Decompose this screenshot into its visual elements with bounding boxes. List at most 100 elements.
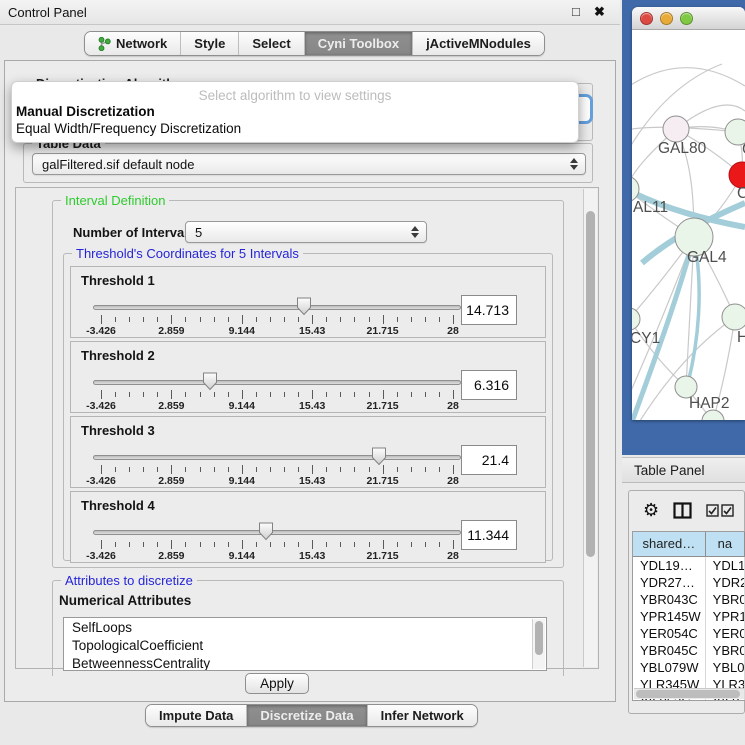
table-row[interactable]: YER054CYER0 <box>633 625 745 642</box>
thresholds-list: Threshold 1-3.4262.8599.14415.4321.71528… <box>70 266 546 566</box>
tab-cyni-toolbox[interactable]: Cyni Toolbox <box>305 32 413 55</box>
threshold-value-field[interactable]: 21.4 <box>461 445 517 475</box>
tab-discretize-data[interactable]: Discretize Data <box>247 705 367 726</box>
threshold-slider[interactable]: -3.4262.8599.14415.4321.71528 <box>93 443 461 487</box>
tick-mark <box>242 465 243 474</box>
table-row[interactable]: YDL19…YDL1 <box>633 557 745 574</box>
threshold-value-field[interactable]: 14.713 <box>461 295 517 325</box>
threshold-box-4: Threshold 4-3.4262.8599.14415.4321.71528… <box>70 491 546 563</box>
tick-mark <box>242 540 243 549</box>
tick-mark <box>214 392 215 397</box>
slider-thumb[interactable] <box>371 447 387 466</box>
num-intervals-combobox[interactable]: 5 <box>185 221 427 243</box>
node-gal80[interactable] <box>663 116 689 142</box>
tick-mark <box>256 392 257 397</box>
split-columns-icon[interactable] <box>673 502 692 519</box>
threshold-slider[interactable]: -3.4262.8599.14415.4321.71528 <box>93 368 461 412</box>
tick-mark <box>228 392 229 397</box>
tick-label: 2.859 <box>158 325 184 337</box>
tab-style[interactable]: Style <box>181 32 239 55</box>
tick-mark <box>214 542 215 547</box>
node-gcy1[interactable] <box>632 308 640 330</box>
tick-mark <box>284 467 285 472</box>
tick-label: 9.144 <box>229 325 255 337</box>
table-header-row: shared…na <box>633 532 745 557</box>
algorithm-option[interactable]: Manual Discretization <box>12 103 578 120</box>
slider-thumb[interactable] <box>296 297 312 316</box>
tick-mark <box>200 392 201 397</box>
tick-label: 21.715 <box>367 475 399 487</box>
tick-mark <box>284 392 285 397</box>
tick-mark <box>143 542 144 547</box>
table-cell: YBR0 <box>706 591 745 608</box>
table-cell: YDR27… <box>633 574 706 591</box>
table-data-combobox[interactable]: galFiltered.sif default node <box>32 153 586 175</box>
traffic-light-zoom[interactable] <box>680 12 693 25</box>
traffic-light-close[interactable] <box>640 12 653 25</box>
threshold-slider[interactable]: -3.4262.8599.14415.4321.71528 <box>93 518 461 562</box>
tab-select[interactable]: Select <box>239 32 304 55</box>
tick-mark <box>439 542 440 547</box>
table-row[interactable]: YDR27…YDR2 <box>633 574 745 591</box>
threshold-value-field[interactable]: 6.316 <box>461 370 517 400</box>
tick-mark <box>326 392 327 397</box>
slider-thumb[interactable] <box>258 522 274 541</box>
tick-mark <box>171 465 172 474</box>
numerical-attributes-label: Numerical Attributes <box>59 593 191 608</box>
node-h[interactable] <box>722 304 745 330</box>
settings-vertical-scrollbar[interactable] <box>583 189 597 667</box>
tick-mark <box>115 542 116 547</box>
slider-thumb[interactable] <box>202 372 218 391</box>
float-window-icon[interactable]: □ <box>572 4 580 19</box>
table-horizontal-scrollbar[interactable] <box>634 688 744 699</box>
tab-infer-network[interactable]: Infer Network <box>368 705 477 726</box>
gear-icon[interactable]: ⚙ <box>643 501 659 519</box>
tick-label: 28 <box>447 400 459 412</box>
traffic-light-minimize[interactable] <box>660 12 673 25</box>
tab-jactivemnodules[interactable]: jActiveMNodules <box>413 32 544 55</box>
tick-mark <box>101 540 102 549</box>
close-panel-icon[interactable]: ✖ <box>594 4 605 20</box>
table-row[interactable]: YBL079WYBL0 <box>633 659 745 676</box>
attributes-group-title: Attributes to discretize <box>61 573 197 588</box>
column-header-1[interactable]: shared… <box>633 532 706 557</box>
attributes-list-scrollbar[interactable] <box>532 619 545 669</box>
tick-mark <box>453 390 454 399</box>
network-window-titlebar[interactable] <box>632 7 745 30</box>
tick-mark <box>369 392 370 397</box>
column-header-2[interactable]: na <box>706 532 745 557</box>
table-cell: YBR043C <box>633 591 706 608</box>
table-data-group: Table Data galFiltered.sif default node <box>23 143 593 183</box>
attribute-list-item[interactable]: BetweennessCentrality <box>64 654 546 671</box>
tick-label: 28 <box>447 475 459 487</box>
num-intervals-label: Number of Intervals <box>73 225 195 240</box>
checkbox-icon-b[interactable] <box>721 504 734 517</box>
algorithm-options: Manual DiscretizationEqual Width/Frequen… <box>12 103 578 137</box>
tick-mark <box>411 392 412 397</box>
tick-mark <box>270 392 271 397</box>
algorithm-option[interactable]: Equal Width/Frequency Discretization <box>12 120 578 137</box>
network-canvas[interactable]: GAL80GACGAL11GAL4GCY1HHAP2 <box>632 31 745 420</box>
table-row[interactable]: YPR145WYPR1 <box>633 608 745 625</box>
checkbox-icon-a[interactable] <box>706 504 719 517</box>
attribute-list-item[interactable]: SelfLoops <box>64 618 546 636</box>
scrollbar-thumb[interactable] <box>586 211 595 557</box>
threshold-slider[interactable]: -3.4262.8599.14415.4321.71528 <box>93 293 461 337</box>
tick-mark <box>340 467 341 472</box>
tab-network[interactable]: Network <box>85 32 181 55</box>
table-panel-title: Table Panel <box>634 463 705 478</box>
tab-impute-data[interactable]: Impute Data <box>146 705 247 726</box>
table-cell: YDR2 <box>706 574 745 591</box>
network-inner-window: GAL80GACGAL11GAL4GCY1HHAP2 <box>632 7 745 420</box>
tick-mark <box>115 317 116 322</box>
tick-mark <box>270 317 271 322</box>
tab-label: Impute Data <box>159 708 233 723</box>
tick-mark <box>340 392 341 397</box>
table-row[interactable]: YBR045CYBR0 <box>633 642 745 659</box>
tick-mark <box>453 315 454 324</box>
tick-mark <box>312 540 313 549</box>
table-row[interactable]: YBR043CYBR0 <box>633 591 745 608</box>
apply-button[interactable]: Apply <box>245 673 309 694</box>
threshold-value-field[interactable]: 11.344 <box>461 520 517 550</box>
attribute-list-item[interactable]: TopologicalCoefficient <box>64 636 546 654</box>
